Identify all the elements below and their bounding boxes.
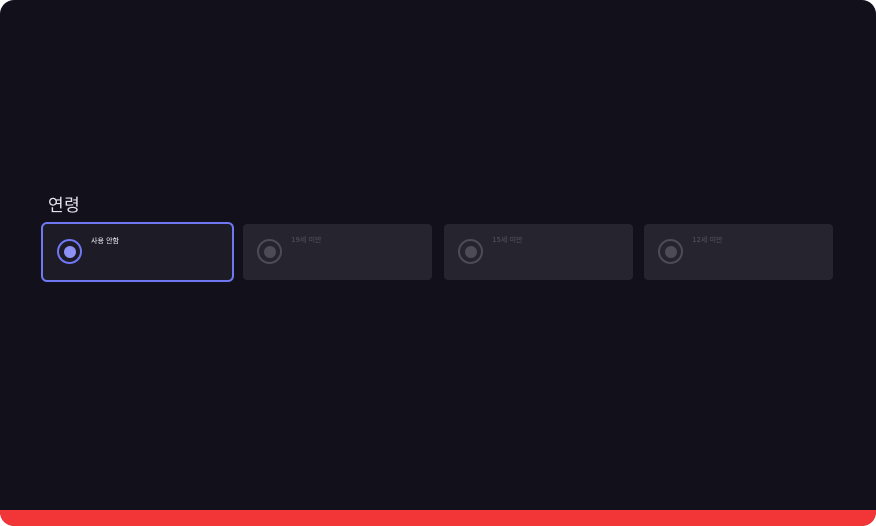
radio-unselected-icon (257, 239, 282, 264)
age-settings-screen: 연령 사용 안함 19세 미만 15세 미만 12세 미만 (0, 0, 876, 526)
age-option-under-12[interactable]: 12세 미만 (644, 224, 833, 280)
age-option-label: 사용 안함 (91, 237, 119, 245)
section-title: 연령 (48, 196, 81, 216)
radio-selected-icon (57, 239, 82, 264)
radio-unselected-icon (458, 239, 483, 264)
age-option-under-19[interactable]: 19세 미만 (243, 224, 432, 280)
age-option-label: 15세 미만 (492, 236, 523, 244)
age-radio-group: 사용 안함 19세 미만 15세 미만 12세 미만 (41, 222, 833, 282)
age-option-label: 12세 미만 (692, 236, 723, 244)
age-option-none[interactable]: 사용 안함 (41, 222, 234, 282)
age-option-label: 19세 미만 (291, 236, 322, 244)
age-option-under-15[interactable]: 15세 미만 (444, 224, 633, 280)
radio-unselected-icon (658, 239, 683, 264)
bottom-accent-bar (0, 510, 876, 526)
